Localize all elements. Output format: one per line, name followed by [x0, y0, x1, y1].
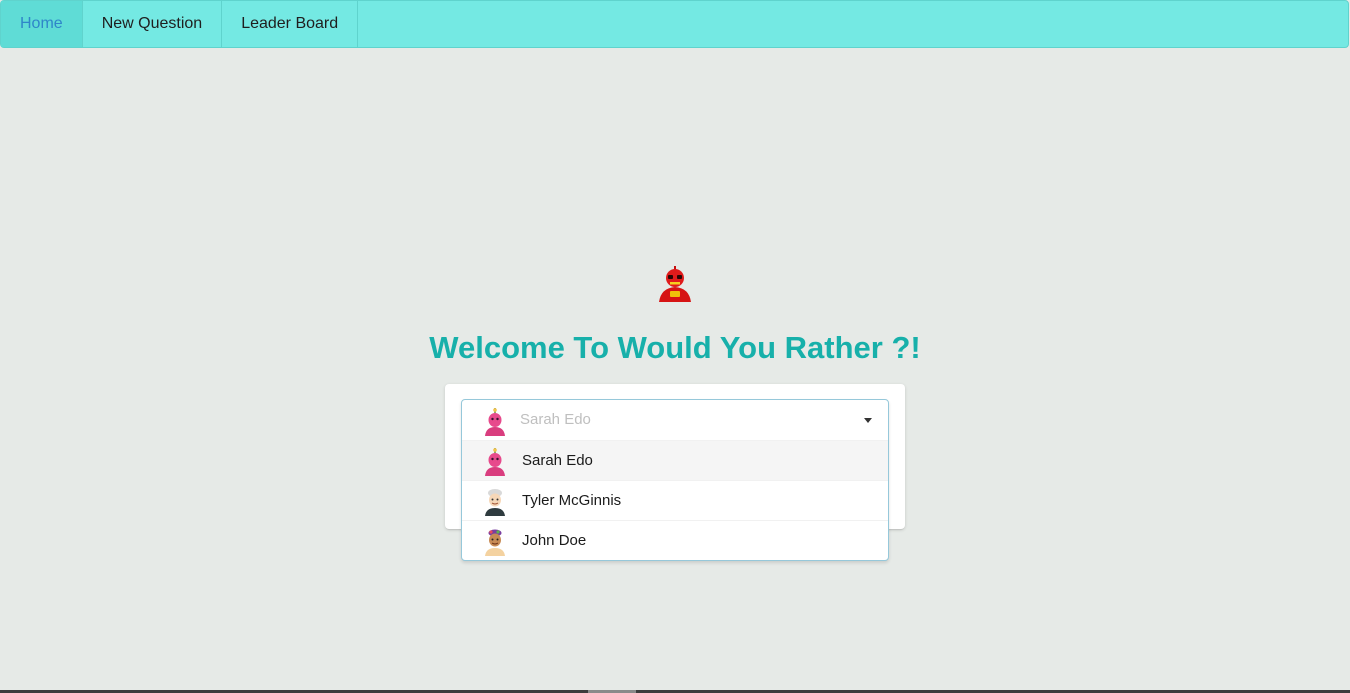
nav-leader-board[interactable]: Leader Board: [222, 1, 359, 47]
user-select-dropdown[interactable]: Sarah Edo Sarah Edo Tyler McGinnis John …: [461, 399, 889, 561]
nav-home[interactable]: Home: [1, 1, 83, 47]
nav-new-question[interactable]: New Question: [83, 1, 223, 47]
user-option-label: Tyler McGinnis: [522, 492, 622, 509]
top-nav: Home New Question Leader Board: [0, 0, 1349, 48]
chevron-down-icon: [864, 418, 872, 423]
user-select-placeholder: Sarah Edo: [520, 411, 591, 428]
user-select-trigger[interactable]: Sarah Edo: [462, 400, 888, 440]
user-option-tyler[interactable]: Tyler McGinnis: [462, 480, 888, 520]
robot-mascot-icon: [659, 266, 691, 302]
welcome-title: Welcome To Would You Rather ?!: [429, 330, 921, 365]
sarah-avatar-icon: [485, 448, 505, 476]
user-option-sarah[interactable]: Sarah Edo: [462, 440, 888, 480]
user-option-label: John Doe: [522, 532, 587, 549]
john-avatar-icon: [485, 529, 505, 556]
sarah-avatar-icon: [485, 408, 505, 436]
tyler-avatar-icon: [485, 489, 505, 516]
user-option-label: Sarah Edo: [522, 452, 593, 469]
user-option-john[interactable]: John Doe: [462, 520, 888, 560]
